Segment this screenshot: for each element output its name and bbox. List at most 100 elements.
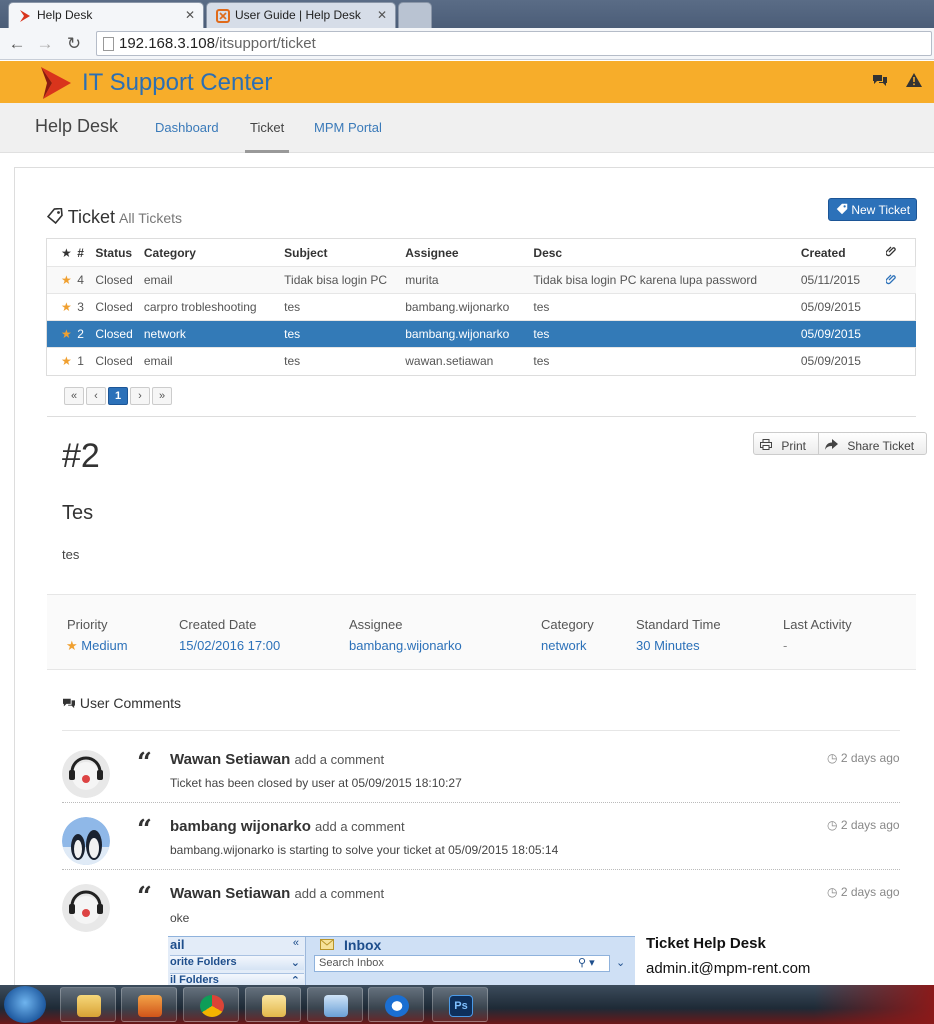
reload-icon[interactable]: ↻	[63, 33, 85, 55]
outlook-taskbar-icon[interactable]	[245, 987, 301, 1022]
cell-desc: tes	[533, 320, 801, 348]
ticket-tag-icon	[46, 207, 63, 225]
column-header-num[interactable]: #	[77, 238, 96, 267]
nav-link-ticket[interactable]: Ticket	[250, 120, 284, 135]
avatar[interactable]	[62, 817, 110, 865]
virtualbox-taskbar-icon[interactable]	[307, 987, 363, 1022]
cell-created: 05/11/2015	[800, 266, 886, 294]
cell-status: Closed	[95, 347, 144, 375]
attachment-column-header[interactable]	[885, 238, 916, 267]
created-date-value[interactable]: 15/02/2016 17:00	[179, 638, 280, 653]
cell-subject: tes	[284, 320, 406, 348]
column-header-assignee[interactable]: Assignee	[405, 238, 534, 267]
chevron-down-icon: ⌄	[290, 957, 300, 969]
clock-icon: ◷	[827, 885, 838, 899]
photoshop-taskbar-icon[interactable]: Ps	[432, 987, 488, 1022]
share-ticket-button[interactable]: Share Ticket	[818, 433, 926, 454]
cell-desc: tes	[533, 293, 801, 321]
warning-icon[interactable]	[906, 73, 922, 90]
cell-assignee: wawan.setiawan	[405, 347, 534, 375]
cell-num: 4	[77, 266, 96, 294]
avatar[interactable]	[62, 884, 110, 932]
tab-user-guide[interactable]: User Guide | Help Desk ✕	[206, 2, 396, 28]
star-column-header[interactable]: ★	[47, 238, 78, 267]
explorer-taskbar-icon[interactable]	[60, 987, 116, 1022]
nav-link-mpm-portal[interactable]: MPM Portal	[314, 120, 382, 135]
brand-title[interactable]: IT Support Center	[82, 69, 272, 97]
divider	[62, 730, 900, 731]
column-header-desc[interactable]: Desc	[533, 238, 801, 267]
mail-folder-label: orite Folders	[170, 956, 237, 968]
author-name[interactable]: bambang wijonarko	[170, 818, 311, 835]
star-icon[interactable]: ★	[47, 293, 78, 321]
author-name[interactable]: Wawan Setiawan	[170, 885, 290, 902]
column-header-status[interactable]: Status	[95, 238, 144, 267]
cell-category: email	[143, 347, 285, 375]
collapse-icon: «	[292, 937, 299, 949]
cell-status: Closed	[95, 320, 144, 348]
envelope-icon	[320, 939, 334, 950]
teamviewer-taskbar-icon[interactable]	[368, 987, 424, 1022]
pagination: «‹ 1 ›»	[64, 387, 174, 405]
comments-icon	[63, 698, 75, 709]
cell-status: Closed	[95, 266, 144, 294]
attachment-paperclip-icon[interactable]	[885, 266, 916, 294]
cell-created: 05/09/2015	[800, 293, 886, 321]
new-ticket-button[interactable]: New Ticket	[828, 198, 917, 221]
windows-taskbar: Ps	[0, 985, 934, 1024]
comment-time: ◷ 2 days ago	[827, 885, 900, 899]
cell-created: 05/09/2015	[800, 320, 886, 348]
chrome-taskbar-icon[interactable]	[183, 987, 239, 1022]
close-tab-icon[interactable]: ✕	[377, 8, 387, 22]
pager-prev-button[interactable]: ‹	[86, 387, 106, 405]
ticket-subject: Tes	[62, 502, 94, 524]
table-row[interactable]: ★ 3 Closed carpro trobleshooting tes bam…	[47, 293, 916, 321]
star-icon[interactable]: ★	[47, 266, 78, 294]
star-icon: ★	[66, 638, 78, 653]
forward-arrow-icon[interactable]: →	[34, 33, 56, 55]
nav-title[interactable]: Help Desk	[35, 116, 118, 137]
star-icon[interactable]: ★	[47, 320, 78, 348]
back-arrow-icon[interactable]: ←	[6, 33, 28, 55]
star-icon[interactable]: ★	[47, 347, 78, 375]
clock-icon: ◷	[827, 751, 838, 765]
table-row-selected[interactable]: ★ 2 Closed network tes bambang.wijonarko…	[47, 320, 916, 348]
comments-title: User Comments	[79, 695, 182, 711]
cell-created: 05/09/2015	[800, 347, 886, 375]
pager-next-button[interactable]: ›	[130, 387, 150, 405]
tag-icon	[836, 203, 848, 215]
printer-icon	[760, 439, 772, 450]
nav-link-dashboard[interactable]: Dashboard	[155, 120, 219, 135]
cell-num: 3	[77, 293, 96, 321]
active-nav-indicator	[245, 150, 289, 153]
pager-first-button[interactable]: «	[64, 387, 84, 405]
tab-title: User Guide | Help Desk	[235, 8, 361, 22]
new-tab-button[interactable]	[398, 2, 432, 28]
priority-value[interactable]: ★ Medium	[66, 638, 128, 654]
brand-bar: IT Support Center	[0, 61, 934, 103]
pager-page-1[interactable]: 1	[108, 387, 128, 405]
url-input[interactable]: 192.168.3.108/itsupport/ticket	[96, 31, 932, 56]
chat-icon[interactable]	[872, 73, 888, 90]
column-header-created[interactable]: Created	[800, 238, 886, 267]
assignee-value[interactable]: bambang.wijonarko	[349, 638, 462, 653]
author-name[interactable]: Wawan Setiawan	[170, 751, 290, 768]
quote-icon: “	[137, 815, 152, 845]
start-button-icon[interactable]	[4, 986, 46, 1023]
column-header-category[interactable]: Category	[143, 238, 285, 267]
print-button[interactable]: Print	[754, 433, 818, 454]
comment-author: bambang wijonarko add a comment	[170, 818, 405, 835]
table-row[interactable]: ★ 1 Closed email tes wawan.setiawan tes …	[47, 347, 916, 375]
signature-title: Ticket Help Desk	[646, 935, 766, 952]
tab-help-desk[interactable]: Help Desk ✕	[8, 2, 204, 28]
close-tab-icon[interactable]: ✕	[185, 8, 195, 22]
column-header-subject[interactable]: Subject	[284, 238, 406, 267]
pager-last-button[interactable]: »	[152, 387, 172, 405]
standard-time-value[interactable]: 30 Minutes	[636, 638, 700, 653]
comment-time-text: 2 days ago	[840, 818, 900, 832]
table-row[interactable]: ★ 4 Closed email Tidak bisa login PC mur…	[47, 266, 916, 294]
avatar[interactable]	[62, 750, 110, 798]
category-value[interactable]: network	[541, 638, 587, 653]
comment-action: add a comment	[294, 886, 385, 901]
media-player-taskbar-icon[interactable]	[121, 987, 177, 1022]
